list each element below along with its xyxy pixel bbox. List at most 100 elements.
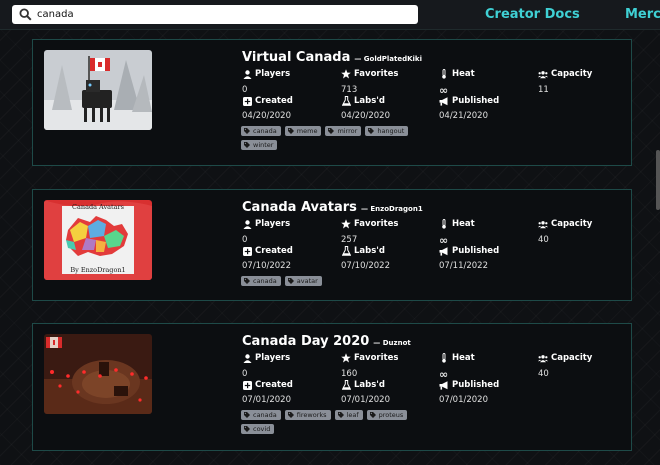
nav-merch[interactable]: Merch bbox=[625, 7, 660, 22]
star-icon bbox=[341, 69, 351, 79]
world-thumbnail[interactable] bbox=[44, 334, 152, 414]
world-thumbnail[interactable]: Canada Avatars By EnzoDragon1 bbox=[44, 200, 152, 280]
world-title-row: Canada Day 2020 — Duznot bbox=[242, 334, 411, 349]
players-label: Players bbox=[242, 219, 290, 229]
user-icon bbox=[242, 69, 252, 79]
favorites-label: Favorites bbox=[341, 69, 398, 79]
created-label: Created bbox=[242, 246, 293, 256]
tag-chip[interactable]: canada bbox=[241, 410, 281, 420]
world-author[interactable]: — GoldPlatedKiki bbox=[354, 55, 422, 63]
created-label: Created bbox=[242, 96, 293, 106]
user-icon bbox=[242, 219, 252, 229]
world-title-row: Canada Avatars — EnzoDragon1 bbox=[242, 200, 423, 215]
star-icon bbox=[341, 219, 351, 229]
tag-icon bbox=[337, 412, 344, 418]
tag-icon bbox=[244, 278, 250, 284]
flask-icon bbox=[341, 380, 351, 390]
tag-chip[interactable]: covid bbox=[241, 424, 275, 434]
capacity-label: Capacity bbox=[538, 69, 592, 79]
world-card-1[interactable]: Canada Avatars By EnzoDragon1 Canada Ava… bbox=[32, 189, 632, 301]
published-label: Published bbox=[439, 380, 499, 390]
favorites-label: Favorites bbox=[341, 353, 398, 363]
tag-chip[interactable]: fireworks bbox=[284, 410, 331, 420]
search-icon bbox=[16, 6, 34, 24]
heat-label: Heat bbox=[439, 69, 475, 79]
scrollbar-thumb[interactable] bbox=[656, 150, 660, 210]
world-author[interactable]: — Duznot bbox=[373, 339, 410, 347]
users-icon bbox=[538, 219, 548, 229]
favorites-label: Favorites bbox=[341, 219, 398, 229]
thumbnail-caption-bottom: By EnzoDragon1 bbox=[70, 266, 126, 274]
tag-chip[interactable]: canada bbox=[241, 276, 281, 286]
tag-icon bbox=[244, 128, 250, 134]
search-input[interactable] bbox=[37, 9, 407, 20]
tag-icon bbox=[287, 278, 294, 284]
published-value: 07/11/2022 bbox=[439, 261, 488, 271]
capacity-label: Capacity bbox=[538, 219, 592, 229]
tag-icon bbox=[244, 142, 250, 148]
labsd-label: Labs'd bbox=[341, 380, 385, 390]
favorites-value: 257 bbox=[341, 235, 358, 245]
world-title[interactable]: Canada Avatars bbox=[242, 200, 357, 215]
tag-list: canada meme mirror hangout winter bbox=[241, 126, 431, 150]
published-label: Published bbox=[439, 246, 499, 256]
tag-chip[interactable]: mirror bbox=[325, 126, 362, 136]
heat-label: Heat bbox=[439, 219, 475, 229]
world-title[interactable]: Canada Day 2020 bbox=[242, 334, 369, 349]
world-title[interactable]: Virtual Canada bbox=[242, 50, 350, 65]
tag-chip[interactable]: hangout bbox=[365, 126, 409, 136]
world-card-0[interactable]: Virtual Canada — GoldPlatedKiki Players … bbox=[32, 39, 632, 166]
thermometer-icon bbox=[439, 353, 449, 363]
published-value: 07/01/2020 bbox=[439, 395, 488, 405]
plus-square-icon bbox=[242, 380, 252, 390]
search-box[interactable] bbox=[12, 5, 418, 24]
users-icon bbox=[538, 69, 548, 79]
tag-chip[interactable]: winter bbox=[241, 140, 278, 150]
favorites-value: 713 bbox=[341, 85, 358, 95]
tag-icon bbox=[328, 128, 335, 134]
players-value: 0 bbox=[242, 369, 248, 379]
tag-icon bbox=[287, 412, 294, 418]
published-value: 04/21/2020 bbox=[439, 111, 488, 121]
heat-label: Heat bbox=[439, 353, 475, 363]
world-author[interactable]: — EnzoDragon1 bbox=[361, 205, 423, 213]
published-label: Published bbox=[439, 96, 499, 106]
users-icon bbox=[538, 353, 548, 363]
thermometer-icon bbox=[439, 219, 449, 229]
tag-icon bbox=[287, 128, 294, 134]
tag-list: canada avatar bbox=[241, 276, 431, 286]
star-icon bbox=[341, 353, 351, 363]
created-value: 07/10/2022 bbox=[242, 261, 291, 271]
players-value: 0 bbox=[242, 235, 248, 245]
capacity-value: 11 bbox=[538, 85, 549, 95]
tag-chip[interactable]: avatar bbox=[284, 276, 322, 286]
labsd-label: Labs'd bbox=[341, 246, 385, 256]
tag-list: canada fireworks leaf proteus covid bbox=[241, 410, 431, 434]
labsd-value: 04/20/2020 bbox=[341, 111, 390, 121]
created-value: 04/20/2020 bbox=[242, 111, 291, 121]
nav-creator-docs[interactable]: Creator Docs bbox=[485, 7, 580, 22]
players-value: 0 bbox=[242, 85, 248, 95]
created-value: 07/01/2020 bbox=[242, 395, 291, 405]
tag-chip[interactable]: meme bbox=[284, 126, 322, 136]
bullhorn-icon bbox=[439, 380, 449, 390]
capacity-value: 40 bbox=[538, 235, 549, 245]
thermometer-icon bbox=[439, 69, 449, 79]
flask-icon bbox=[341, 246, 351, 256]
tag-chip[interactable]: canada bbox=[241, 126, 281, 136]
players-label: Players bbox=[242, 69, 290, 79]
tag-chip[interactable]: leaf bbox=[334, 410, 363, 420]
capacity-label: Capacity bbox=[538, 353, 592, 363]
tag-icon bbox=[369, 412, 376, 418]
plus-square-icon bbox=[242, 96, 252, 106]
user-icon bbox=[242, 353, 252, 363]
world-card-2[interactable]: Canada Day 2020 — Duznot Players 0 Favor… bbox=[32, 323, 632, 451]
labsd-value: 07/01/2020 bbox=[341, 395, 390, 405]
tag-icon bbox=[244, 412, 250, 418]
top-bar: Creator Docs Merch bbox=[0, 0, 660, 30]
tag-chip[interactable]: proteus bbox=[366, 410, 408, 420]
flask-icon bbox=[341, 96, 351, 106]
world-thumbnail[interactable] bbox=[44, 50, 152, 130]
bullhorn-icon bbox=[439, 246, 449, 256]
created-label: Created bbox=[242, 380, 293, 390]
